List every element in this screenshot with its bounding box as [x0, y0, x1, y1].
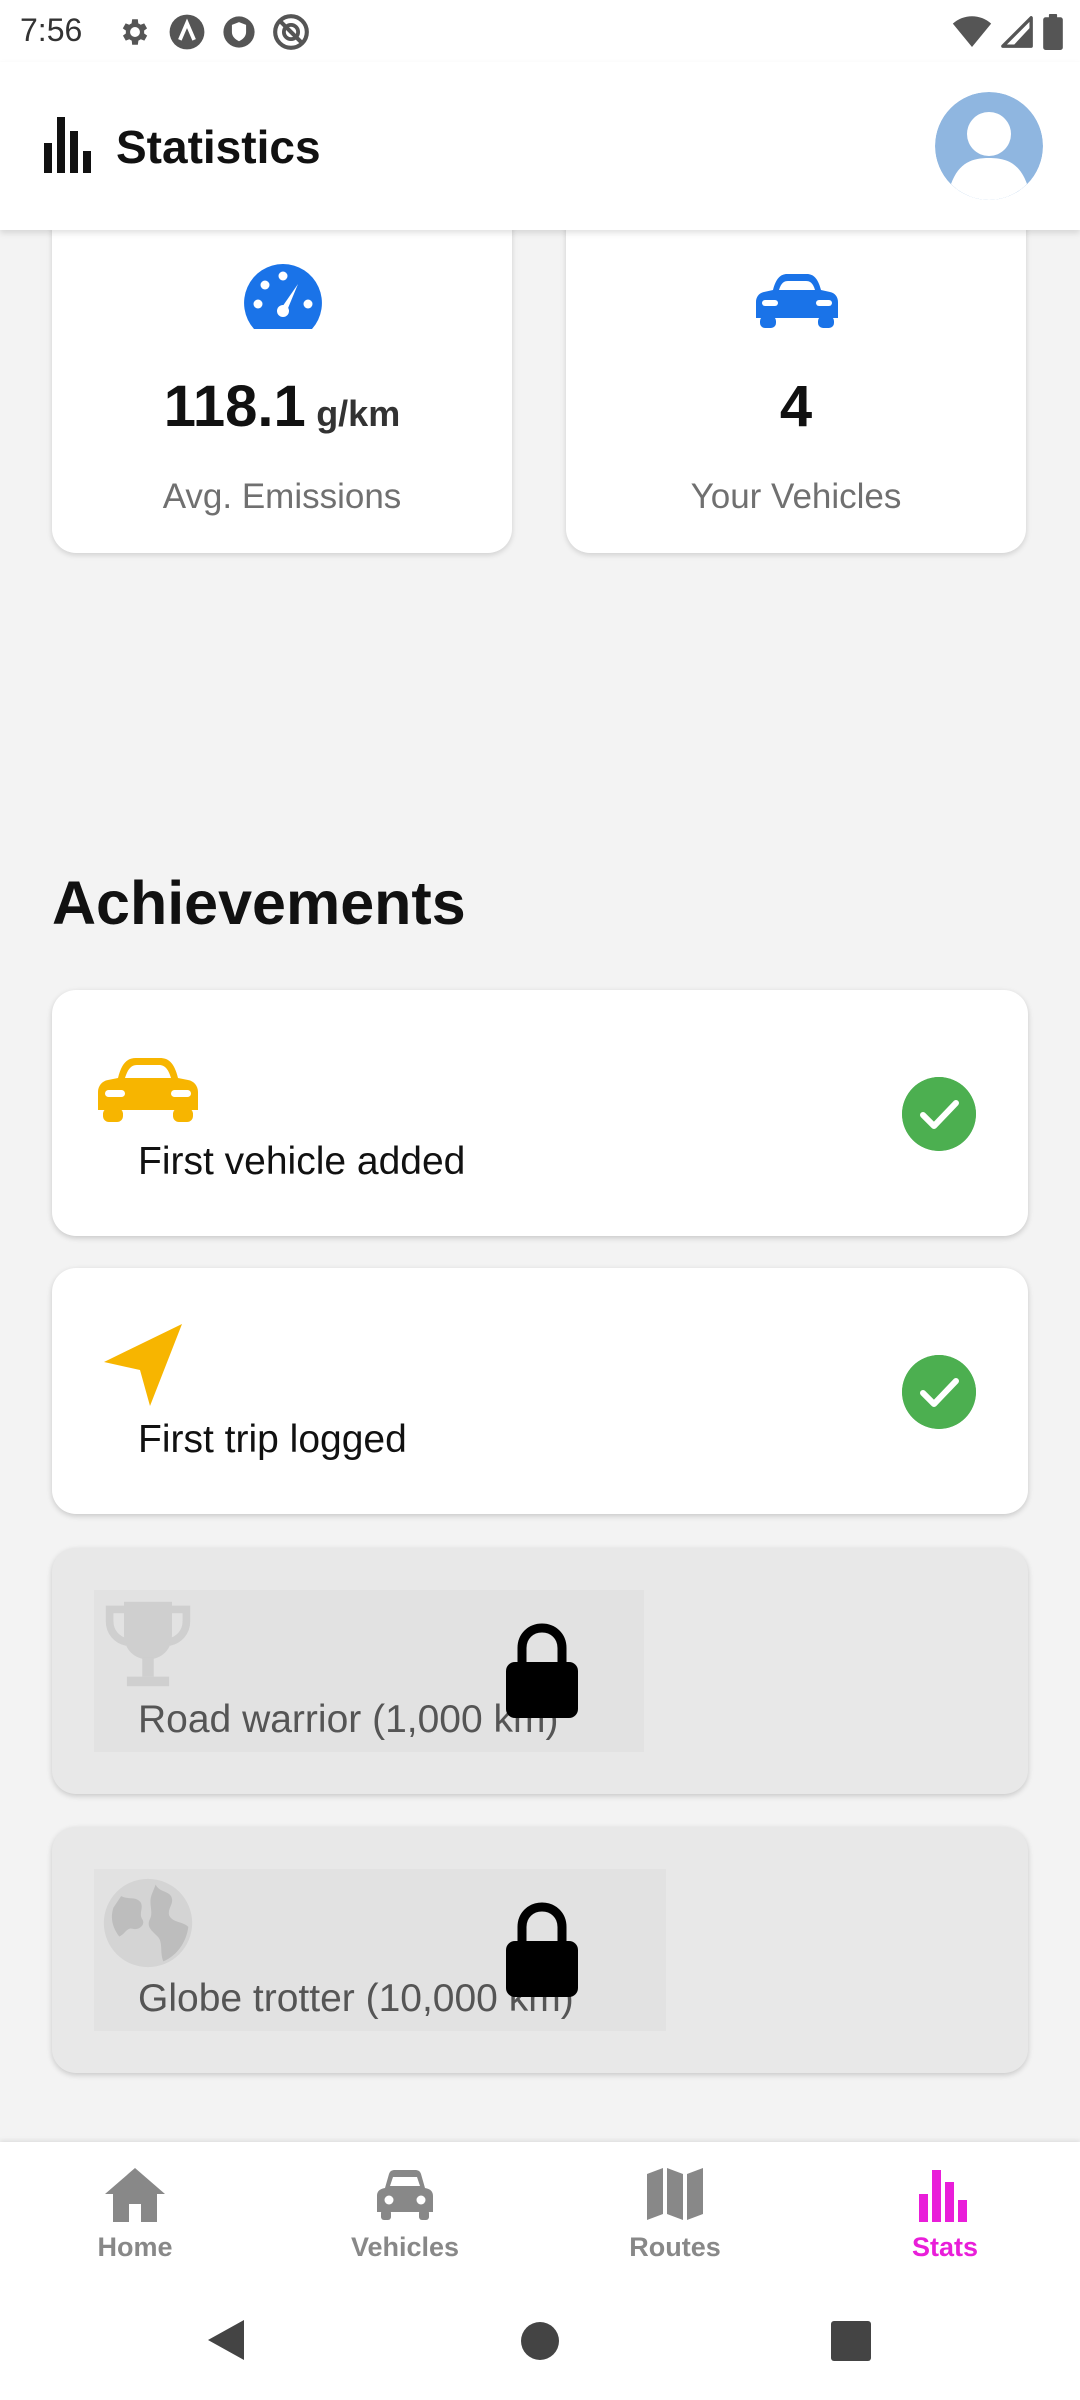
- lock-icon: [506, 1902, 578, 1997]
- status-bar: 7:56: [0, 0, 1080, 62]
- status-notification-icons: [118, 12, 310, 52]
- recents-icon[interactable]: [830, 2320, 872, 2362]
- achievement-card[interactable]: First trip logged: [52, 1268, 1028, 1514]
- check-circle-icon: [902, 1077, 976, 1151]
- stat-card-vehicles: 4 Your Vehicles: [566, 205, 1026, 553]
- car-icon: [377, 2170, 433, 2220]
- page-title: Statistics: [116, 121, 321, 173]
- shield-icon: [223, 16, 255, 48]
- back-icon[interactable]: [204, 2316, 248, 2364]
- nav-item-home[interactable]: Home: [0, 2142, 270, 2280]
- stat-value-row: 118.1 g/km: [52, 373, 512, 440]
- user-avatar-icon: [935, 92, 1043, 200]
- battery-icon: [1043, 14, 1063, 50]
- achievement-card-locked[interactable]: Globe trotter (10,000 km): [52, 1827, 1028, 2073]
- map-icon: [647, 2168, 703, 2220]
- stat-value: 4: [779, 374, 813, 439]
- cell-signal-icon: [1001, 16, 1033, 48]
- nav-item-routes[interactable]: Routes: [540, 2142, 810, 2280]
- nav-item-vehicles[interactable]: Vehicles: [270, 2142, 540, 2280]
- bottom-navigation: Home Vehicles Routes Stats: [0, 2142, 1080, 2280]
- navigation-arrow-icon: [104, 1324, 182, 1406]
- settings-icon: [122, 19, 148, 45]
- stat-label: Your Vehicles: [690, 477, 902, 516]
- stat-label: Avg. Emissions: [162, 477, 402, 516]
- stat-card-emissions: 118.1 g/km Avg. Emissions: [52, 205, 512, 553]
- achievement-card-locked[interactable]: Road warrior (1,000 km): [52, 1548, 1028, 1794]
- car-icon: [98, 1058, 198, 1122]
- bar-chart-icon: [44, 117, 91, 173]
- achievement-card[interactable]: First vehicle added: [52, 990, 1028, 1236]
- stat-value: 118.1: [163, 374, 306, 439]
- nav-item-stats[interactable]: Stats: [810, 2142, 1080, 2280]
- wifi-icon: [952, 16, 992, 47]
- do-not-disturb-icon: [273, 14, 309, 50]
- avatar[interactable]: [935, 92, 1043, 200]
- check-circle-icon: [902, 1355, 976, 1429]
- car-icon: [756, 274, 838, 328]
- achievement-label: Road warrior (1,000 km): [138, 1698, 559, 1741]
- bar-chart-icon: [919, 2170, 967, 2222]
- nav-label: Stats: [911, 2232, 979, 2262]
- status-system-icons: [952, 12, 1064, 52]
- globe-icon: [103, 1878, 193, 1968]
- lock-icon: [506, 1623, 578, 1718]
- achievements-title: Achievements: [52, 869, 466, 937]
- speedometer-icon: [244, 264, 322, 329]
- system-navigation-bar: [0, 2280, 1080, 2400]
- nav-label: Routes: [629, 2232, 721, 2262]
- achievement-label: First vehicle added: [138, 1140, 466, 1183]
- home-icon: [105, 2168, 165, 2222]
- achievement-label: First trip logged: [138, 1418, 407, 1461]
- trophy-icon: [105, 1601, 191, 1687]
- stat-unit: g/km: [316, 393, 401, 434]
- nav-label: Vehicles: [350, 2232, 460, 2262]
- nav-label: Home: [97, 2232, 173, 2262]
- app-bar: Statistics: [0, 62, 1080, 230]
- app-a-icon: [169, 14, 205, 50]
- stat-value-row: 4: [566, 373, 1026, 440]
- status-time: 7:56: [20, 12, 83, 48]
- home-circle-icon[interactable]: [519, 2320, 561, 2362]
